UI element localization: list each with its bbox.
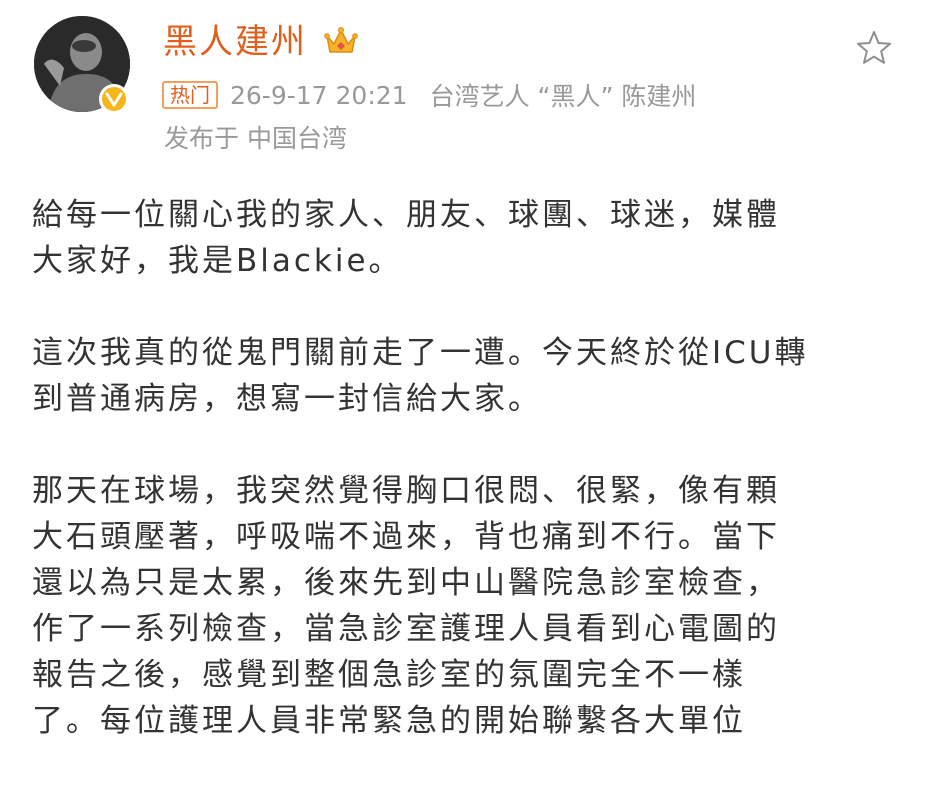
paragraph: 那天在球場，我突然覺得胸口很悶、很緊，像有顆 大石頭壓著，呼吸喘不過來，背也痛到… [32,468,912,744]
text-line: 還以為只是太累，後來先到中山醫院急診室檢查， [32,565,780,601]
post-content: 給每一位關心我的家人、朋友、球團、球迷，媒體 大家好，我是Blackie。 這次… [32,192,912,790]
username[interactable]: 黑人建州 [163,18,307,66]
text-line: 這次我真的從鬼門關前走了一遭。今天終於從ICU轉 [32,335,809,371]
text-line: 到普通病房，想寫一封信給大家。 [32,381,542,417]
text-line: 作了一系列檢查，當急診室護理人員看到心電圖的 [32,611,780,647]
text-line: 那天在球場，我突然覺得胸口很悶、很緊，像有顆 [32,473,780,509]
paragraph: 給每一位關心我的家人、朋友、球團、球迷，媒體 大家好，我是Blackie。 [32,192,912,284]
post-time: 26-9-17 20:21 [230,80,408,110]
text-line: 報告之後，感覺到整個急診室的氛圍完全不一樣 [32,657,746,693]
star-outline-icon[interactable] [854,28,894,68]
text-line: 了。每位護理人員非常緊急的開始聯繫各大單位 [32,703,746,739]
post-meta: 热门 26-9-17 20:21 台湾艺人 “黑人” 陈建州 [162,80,697,111]
text-line: 大家好，我是Blackie。 [32,243,403,279]
hot-badge: 热门 [162,81,218,109]
verified-v-icon [99,84,129,114]
paragraph: 這次我真的從鬼門關前走了一遭。今天終於從ICU轉 到普通病房，想寫一封信給大家。 [32,330,912,422]
post-source: 台湾艺人 “黑人” 陈建州 [429,82,697,111]
text-line: 給每一位關心我的家人、朋友、球團、球迷，媒體 [32,197,780,233]
post-location: 发布于 中国台湾 [164,124,347,153]
crown-icon[interactable] [324,26,358,56]
text-line: 大石頭壓著，呼吸喘不過來，背也痛到不行。當下 [32,519,780,555]
